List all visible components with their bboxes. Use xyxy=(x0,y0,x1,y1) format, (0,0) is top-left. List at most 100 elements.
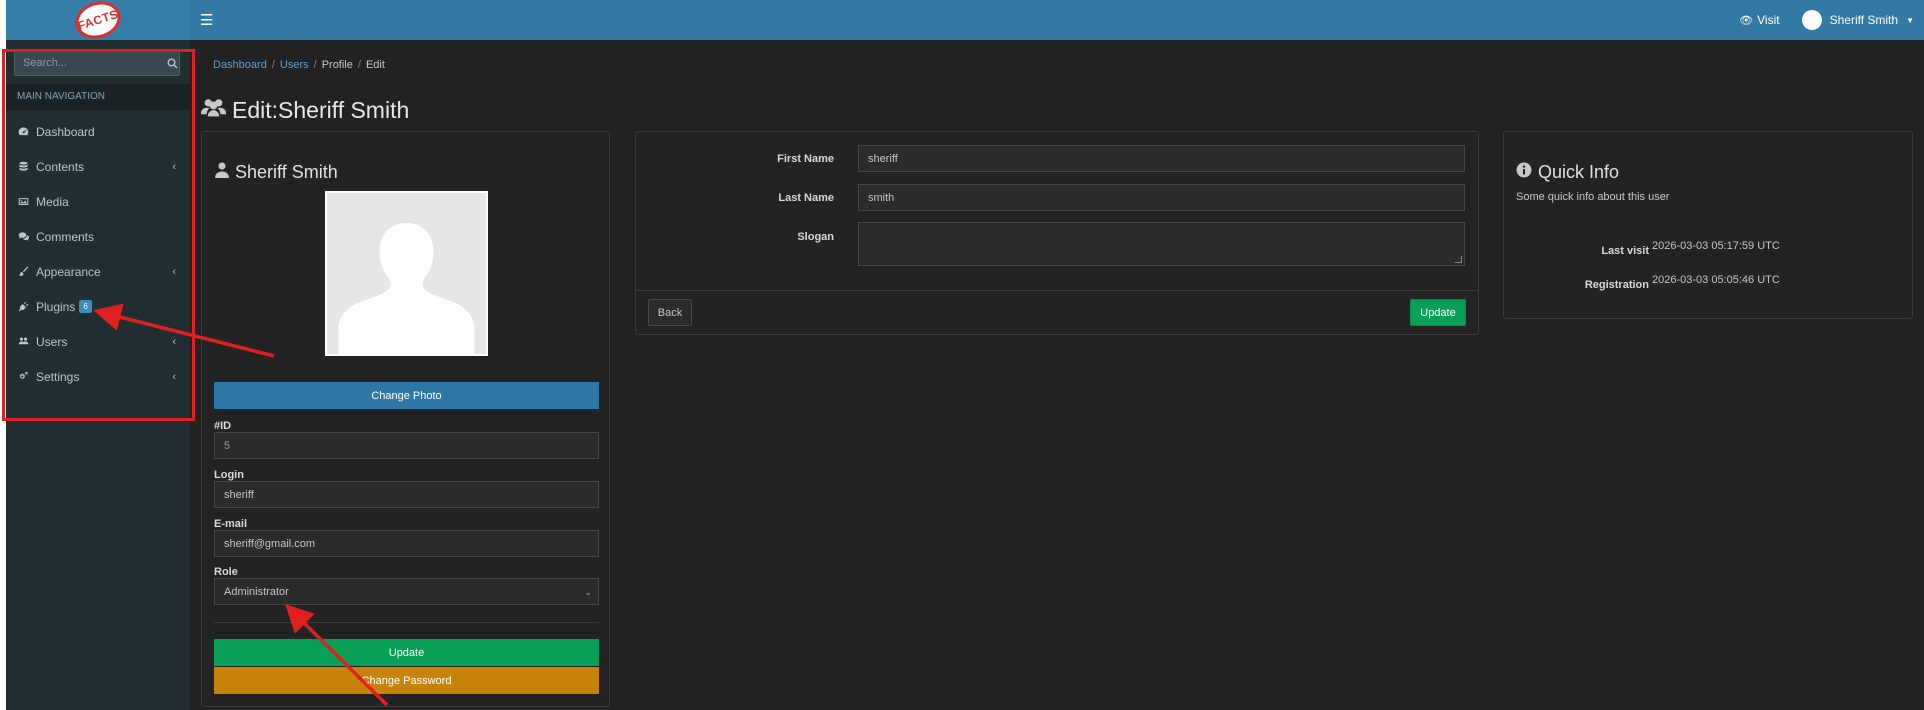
sidebar-item-label: Appearance xyxy=(36,264,101,279)
sidebar-item-label: Comments xyxy=(36,229,95,244)
profile-photo xyxy=(325,191,488,356)
sidebar-item-label: Media xyxy=(36,194,69,209)
sidebar-nav: Dashboard Contents ‹ Media Comments Appe… xyxy=(6,114,190,394)
chevron-left-icon: ‹ xyxy=(172,336,176,348)
quick-info-card: Quick Info Some quick info about this us… xyxy=(1503,131,1913,319)
divider xyxy=(214,622,599,623)
hamburger-menu-icon[interactable]: ☰ xyxy=(200,11,213,29)
sidebar-item-settings[interactable]: Settings ‹ xyxy=(6,359,190,394)
sidebar-item-label: Contents xyxy=(36,159,85,174)
gears-icon xyxy=(18,371,36,382)
last-name-field[interactable]: smith xyxy=(858,184,1465,211)
sidebar-item-users[interactable]: Users ‹ xyxy=(6,324,190,359)
sidebar-search-input[interactable] xyxy=(15,51,165,75)
breadcrumb-separator: / xyxy=(271,59,275,71)
database-icon xyxy=(18,161,36,172)
user-details-form: First Name sheriff Last Name smith Sloga… xyxy=(635,131,1479,335)
quick-info-title: Quick Info xyxy=(1516,162,1619,183)
avatar-silhouette-icon xyxy=(327,193,486,354)
sidebar-item-label: Plugins xyxy=(36,299,76,314)
first-name-field[interactable]: sheriff xyxy=(858,145,1465,172)
sidebar-item-contents[interactable]: Contents ‹ xyxy=(6,149,190,184)
quick-info-title-text: Quick Info xyxy=(1538,162,1620,182)
first-name-label: First Name xyxy=(777,153,834,165)
chevron-down-icon: ⌄ xyxy=(584,587,592,597)
breadcrumb-separator: / xyxy=(313,59,317,71)
search-icon[interactable] xyxy=(165,51,179,75)
breadcrumb-users[interactable]: Users xyxy=(280,59,309,71)
chevron-left-icon: ‹ xyxy=(172,266,176,278)
info-circle-icon xyxy=(1516,162,1532,183)
id-field: 5 xyxy=(214,432,599,459)
registration-label: Registration xyxy=(1584,279,1649,291)
paint-brush-icon xyxy=(18,266,36,277)
email-label: E-mail xyxy=(214,518,248,530)
email-value: sheriff@gmail.com xyxy=(224,537,316,550)
first-name-value: sheriff xyxy=(868,152,898,165)
id-value: 5 xyxy=(224,439,231,452)
email-field[interactable]: sheriff@gmail.com xyxy=(214,530,599,557)
change-photo-button[interactable]: Change Photo xyxy=(214,382,599,409)
profile-card: Sheriff Smith Change Photo #ID 5 Login s… xyxy=(201,131,610,707)
sidebar-item-comments[interactable]: Comments xyxy=(6,219,190,254)
image-icon xyxy=(18,196,36,207)
page-title-text: Edit:Sheriff Smith xyxy=(232,96,410,123)
last-visit-value: 2026-03-03 05:17:59 UTC xyxy=(1652,240,1780,252)
breadcrumb-separator: / xyxy=(357,59,361,71)
login-field[interactable]: sheriff xyxy=(214,481,599,508)
chevron-left-icon: ‹ xyxy=(172,161,176,173)
sidebar: MAIN NAVIGATION Dashboard Contents ‹ Med… xyxy=(6,40,190,710)
registration-value: 2026-03-03 05:05:46 UTC xyxy=(1652,274,1780,286)
users-icon xyxy=(201,96,226,124)
last-visit-label: Last visit xyxy=(1601,245,1649,257)
role-value: Administrator xyxy=(224,585,289,598)
sidebar-search xyxy=(14,50,180,76)
user-icon xyxy=(215,162,229,183)
user-menu[interactable]: Sheriff Smith ▼ xyxy=(1801,10,1914,30)
change-password-button[interactable]: Change Password xyxy=(214,667,599,694)
plugins-count-badge: 6 xyxy=(79,300,92,313)
breadcrumb-dashboard[interactable]: Dashboard xyxy=(213,59,267,71)
last-name-label: Last Name xyxy=(778,192,834,204)
breadcrumb-profile: Profile xyxy=(321,59,353,71)
top-navbar: ☰ 👁︎ Visit Sheriff Smith ▼ xyxy=(190,0,1924,40)
user-avatar xyxy=(1801,10,1822,30)
dashboard-icon xyxy=(18,126,36,137)
visit-link[interactable]: 👁︎ Visit xyxy=(1739,13,1779,27)
caret-down-icon: ▼ xyxy=(1906,15,1914,25)
sidebar-item-dashboard[interactable]: Dashboard xyxy=(6,114,190,149)
eye-icon: 👁︎ xyxy=(1739,14,1754,27)
profile-name-text: Sheriff Smith xyxy=(235,162,338,182)
quick-info-subtitle: Some quick info about this user xyxy=(1516,191,1670,203)
slogan-textarea[interactable] xyxy=(858,222,1465,266)
role-select[interactable]: Administrator ⌄ xyxy=(214,578,599,605)
nav-header: MAIN NAVIGATION xyxy=(6,84,190,110)
users-icon xyxy=(18,336,36,347)
sidebar-item-media[interactable]: Media xyxy=(6,184,190,219)
visit-label: Visit xyxy=(1757,13,1780,27)
profile-update-button[interactable]: Update xyxy=(214,639,599,666)
profile-name: Sheriff Smith xyxy=(215,162,338,183)
sidebar-item-appearance[interactable]: Appearance ‹ xyxy=(6,254,190,289)
sidebar-item-label: Users xyxy=(36,334,68,349)
breadcrumb-edit: Edit xyxy=(365,59,385,71)
brand-logo-area[interactable]: FACTS xyxy=(6,0,190,45)
id-label: #ID xyxy=(214,420,232,432)
sidebar-item-plugins[interactable]: Plugins 6 xyxy=(6,289,190,324)
page-title: Edit:Sheriff Smith xyxy=(201,96,409,124)
user-name: Sheriff Smith xyxy=(1829,13,1899,27)
form-footer-divider xyxy=(636,290,1478,291)
sidebar-item-label: Settings xyxy=(36,369,80,384)
resize-handle[interactable] xyxy=(1455,256,1462,263)
brand-logo-text: FACTS xyxy=(75,6,121,34)
chevron-left-icon: ‹ xyxy=(172,371,176,383)
login-value: sheriff xyxy=(224,488,254,501)
comments-icon xyxy=(18,231,36,242)
last-name-value: smith xyxy=(868,191,895,204)
brand-logo: FACTS xyxy=(70,0,126,45)
back-button[interactable]: Back xyxy=(648,299,692,326)
form-update-button[interactable]: Update xyxy=(1410,299,1466,326)
topbar-right: 👁︎ Visit Sheriff Smith ▼ xyxy=(1739,0,1914,40)
breadcrumb: Dashboard / Users / Profile / Edit xyxy=(213,59,385,71)
sidebar-item-label: Dashboard xyxy=(36,124,95,139)
